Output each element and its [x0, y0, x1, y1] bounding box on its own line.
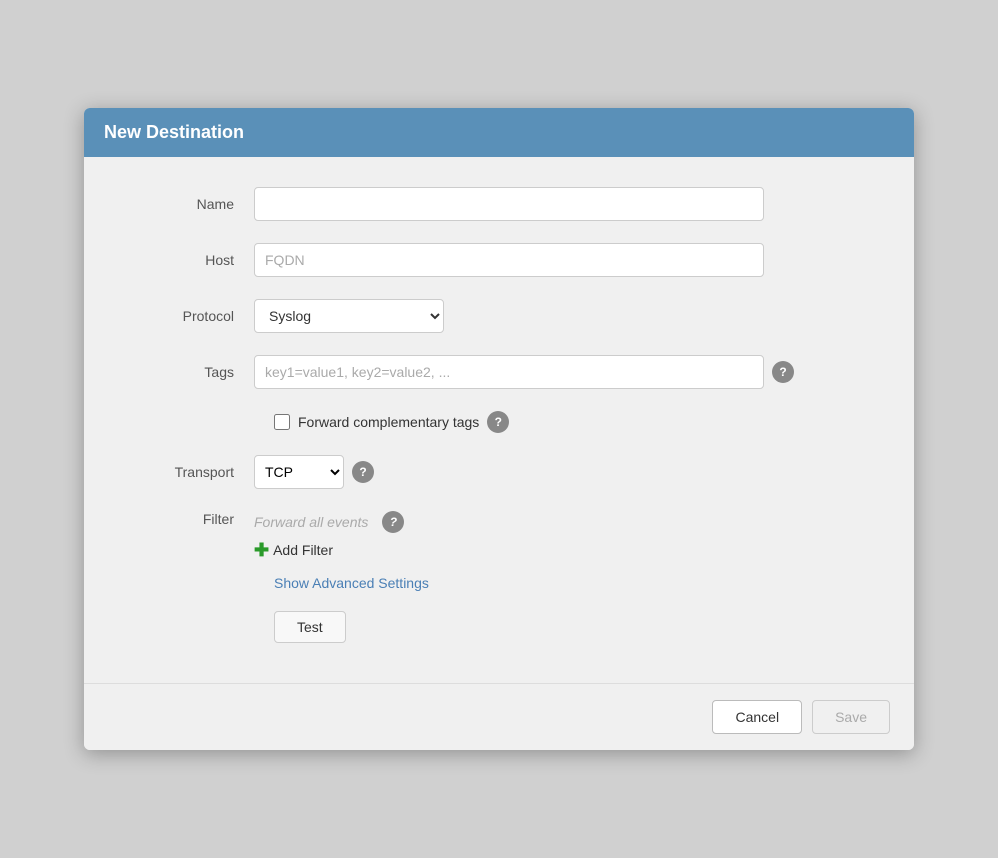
test-button[interactable]: Test	[274, 611, 346, 643]
dialog-header: New Destination	[84, 108, 914, 157]
transport-row: Transport TCP UDP TLS ?	[124, 455, 874, 489]
name-label: Name	[124, 196, 254, 212]
filter-help-icon: ?	[382, 511, 404, 533]
protocol-select[interactable]: Syslog CEF LEEF	[254, 299, 444, 333]
host-row: Host	[124, 243, 874, 277]
transport-select[interactable]: TCP UDP TLS	[254, 455, 344, 489]
forward-complementary-row: Forward complementary tags ?	[274, 411, 874, 433]
add-filter-label: Add Filter	[273, 542, 333, 558]
tags-wrapper: ?	[254, 355, 794, 389]
protocol-label: Protocol	[124, 308, 254, 324]
transport-label: Transport	[124, 464, 254, 480]
cancel-button[interactable]: Cancel	[712, 700, 802, 734]
dialog-footer: Cancel Save	[84, 683, 914, 750]
test-row: Test	[274, 611, 874, 643]
dialog-body: Name Host Protocol Syslog CEF LEEF Tags …	[84, 157, 914, 683]
save-button: Save	[812, 700, 890, 734]
host-input[interactable]	[254, 243, 764, 277]
dialog-title: New Destination	[104, 122, 894, 143]
show-advanced-settings-link[interactable]: Show Advanced Settings	[274, 575, 874, 591]
tags-input[interactable]	[254, 355, 764, 389]
filter-row: Filter Forward all events ? ✚ Add Filter	[124, 511, 874, 559]
add-filter-button[interactable]: ✚ Add Filter	[254, 541, 404, 559]
new-destination-dialog: New Destination Name Host Protocol Syslo…	[84, 108, 914, 750]
plus-icon: ✚	[254, 541, 269, 559]
transport-help-icon: ?	[352, 461, 374, 483]
filter-content: Forward all events ? ✚ Add Filter	[254, 511, 404, 559]
forward-complementary-help-icon: ?	[487, 411, 509, 433]
protocol-row: Protocol Syslog CEF LEEF	[124, 299, 874, 333]
tags-label: Tags	[124, 364, 254, 380]
name-input[interactable]	[254, 187, 764, 221]
forward-complementary-label: Forward complementary tags	[298, 414, 479, 430]
tags-row: Tags ?	[124, 355, 874, 389]
transport-controls: TCP UDP TLS ?	[254, 455, 374, 489]
name-row: Name	[124, 187, 874, 221]
filter-label: Filter	[124, 511, 254, 527]
host-label: Host	[124, 252, 254, 268]
filter-placeholder: Forward all events ?	[254, 511, 404, 533]
forward-complementary-checkbox[interactable]	[274, 414, 290, 430]
tags-help-icon: ?	[772, 361, 794, 383]
